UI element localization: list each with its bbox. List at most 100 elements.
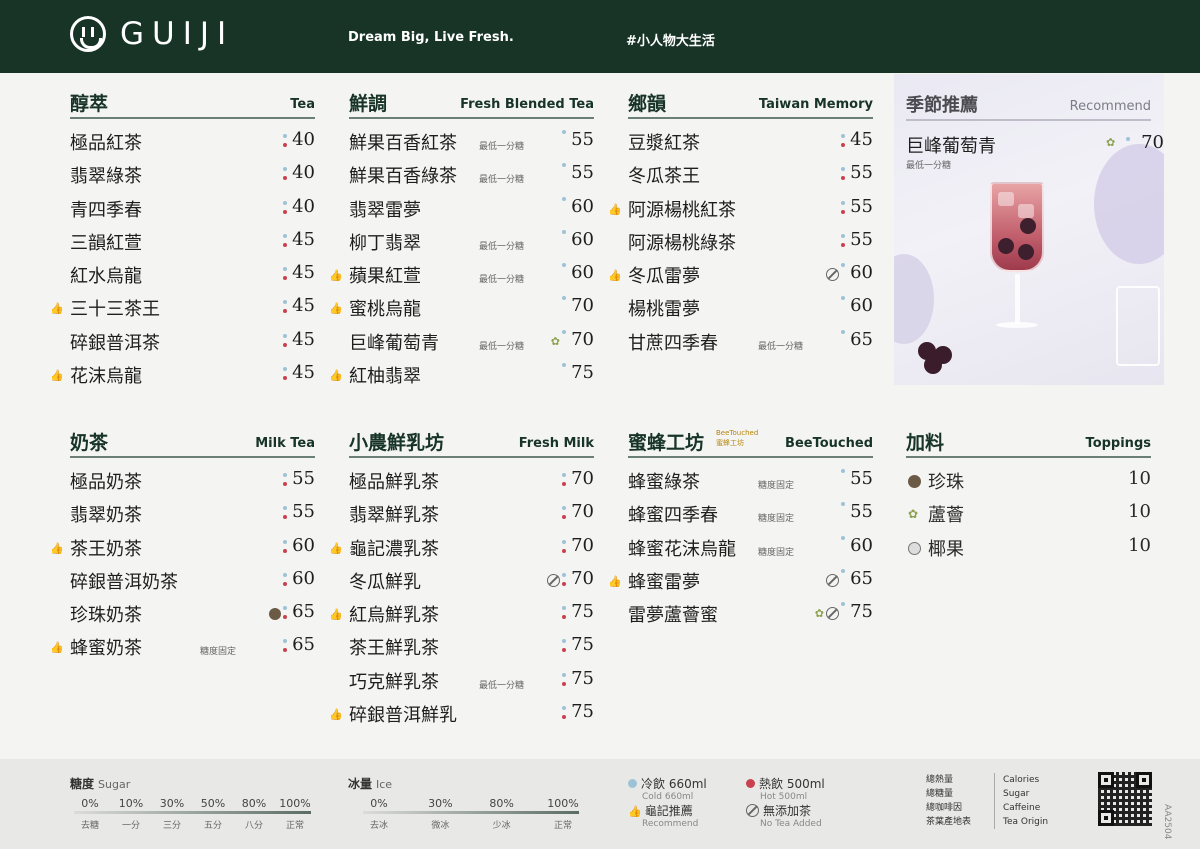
temperature-dots-icon — [562, 329, 566, 350]
menu-item: 碎銀普洱茶 45 — [70, 325, 315, 358]
scale-label: 一分 — [121, 821, 141, 831]
item-price: 55 — [571, 162, 594, 184]
smile-logo-icon — [70, 16, 106, 52]
item-price: 55 — [850, 468, 873, 489]
temperature-dots-icon — [562, 229, 566, 250]
menu-item: 翡翠鮮乳茶 70 — [349, 497, 594, 530]
item-note: 糖度固定 — [758, 514, 795, 525]
temperature-dots-icon — [841, 469, 845, 489]
item-note: 最低一分糖 — [479, 341, 525, 352]
nutrition-label: 總咖啡因 — [926, 803, 963, 813]
toppings-list: 珍珠 10 ✿ 蘆薈 10 椰果 10 — [906, 464, 1151, 564]
menu-item: 翡翠奶茶 55 — [70, 497, 315, 530]
section-title: 鮮調 — [349, 93, 388, 115]
item-price: 75 — [571, 362, 594, 384]
menu-section-freshmilk: 小農鮮乳坊 Fresh Milk 極品鮮乳茶 70 翡翠鮮乳茶 70 👍 龜記濃乳茶 70 冬瓜鮮… — [329, 428, 594, 730]
legend-rec-en: Recommend — [642, 819, 699, 829]
item-price: 60 — [292, 534, 315, 556]
no-tea-icon — [746, 804, 759, 817]
item-price: 40 — [292, 129, 315, 150]
recommend-item-note: 最低一分糖 — [906, 161, 952, 171]
item-price: 65 — [850, 567, 873, 589]
menu-item: 極品紅茶 40 — [70, 125, 315, 158]
temperature-dots-icon — [283, 506, 287, 526]
menu-item: 青四季春 40 — [70, 192, 315, 225]
item-flags: ✿ — [551, 335, 560, 348]
item-price: 75 — [571, 701, 594, 723]
item-price: 60 — [571, 228, 594, 250]
aloe-icon: ✿ — [550, 334, 560, 348]
menu-section-milktea: 奶茶 Milk Tea 極品奶茶 55 翡翠奶茶 55 👍 茶王奶茶 60 碎銀普洱奶茶 60 珍珠奶… — [50, 428, 315, 664]
scale-label: 去冰 — [369, 821, 389, 831]
item-price: 60 — [850, 295, 873, 317]
glass-image — [1116, 286, 1160, 366]
item-price: 55 — [292, 501, 315, 523]
item-name: 翡翠鮮乳茶 — [349, 505, 439, 527]
topping-name: 蘆薈 — [928, 505, 964, 527]
print-code: AA2504 — [1162, 804, 1172, 840]
item-name: 蜂蜜綠茶 — [628, 472, 700, 493]
item-name: 極品奶茶 — [70, 472, 142, 493]
qr-code[interactable] — [1098, 772, 1152, 826]
coconut-icon — [908, 541, 921, 555]
brand-logo: GUIJI — [70, 16, 234, 52]
nutrition-label-en: Caffeine — [1003, 803, 1041, 813]
nutrition-labels-zh: 總熱量 總糖量 總咖啡因 茶葉產地表 — [926, 773, 971, 829]
section-title-en: Fresh Blended Tea — [460, 97, 594, 112]
thumbs-up-icon: 👍 — [329, 302, 343, 316]
temperature-dots-icon — [562, 539, 566, 560]
item-note: 最低一分糖 — [479, 142, 525, 152]
no-tea-icon — [547, 573, 560, 587]
menu-item: 蜂蜜綠茶 糖度固定 55 — [628, 464, 873, 497]
item-price: 70 — [571, 295, 594, 317]
temperature-dots-icon — [562, 639, 566, 659]
scale-value: 10% — [118, 797, 144, 810]
item-name: 豆漿紅茶 — [628, 133, 700, 154]
item-name: 青四季春 — [70, 199, 142, 221]
item-note: 糖度固定 — [758, 547, 795, 558]
section-title: 蜜蜂工坊 — [628, 432, 705, 454]
item-price: 55 — [850, 162, 873, 184]
section-title-en: Fresh Milk — [518, 436, 594, 451]
nutrition-label: 總糖量 — [926, 789, 954, 799]
legend-no-tea: 無添加茶 No Tea Added — [746, 802, 822, 829]
item-list: 蜂蜜綠茶 糖度固定 55 蜂蜜四季春 糖度固定 55 蜂蜜花沫烏龍 糖度固定 60 👍 蜂蜜雷夢 65… — [608, 464, 873, 630]
thumbs-up-icon: 👍 — [329, 541, 343, 555]
temperature-dots-icon — [283, 367, 287, 387]
temperature-dots-icon — [562, 163, 566, 183]
menu-section-honey: 蜜蜂工坊 BeeTouched BeeTouched 蜜蜂工坊 蜂蜜綠茶 糖度固定 55 蜂… — [608, 428, 873, 630]
item-name: 珍珠奶茶 — [70, 605, 142, 627]
item-price: 55 — [850, 228, 873, 250]
item-name: 冬瓜雷夢 — [628, 266, 700, 288]
sugar-scale: 糖度 Sugar — [70, 775, 130, 792]
pearl-icon — [269, 608, 281, 621]
item-name: 翡翠綠茶 — [70, 166, 142, 188]
item-name: 龜記濃乳茶 — [349, 538, 439, 560]
menu-item: 冬瓜茶王 55 — [628, 158, 873, 191]
section-header: 醇萃 Tea — [70, 89, 315, 119]
item-name: 阿源楊桃紅茶 — [628, 199, 736, 221]
recommend-panel: 季節推薦 Recommend 巨峰葡萄青 最低一分糖 ✿ 70 — [894, 74, 1164, 385]
aloe-icon: ✿ — [908, 507, 919, 522]
temperature-dots-icon — [841, 602, 845, 622]
item-price: 60 — [292, 567, 315, 589]
item-price: 70 — [571, 468, 594, 489]
temperature-dots-icon — [283, 333, 287, 354]
recommend-item-price: 70 — [1141, 132, 1164, 153]
item-name: 鮮果百香綠茶 — [349, 166, 457, 188]
menu-item: 珍珠奶茶 65 — [70, 597, 315, 630]
legend-hot-label: 熱飲 500ml — [759, 777, 825, 791]
item-price: 60 — [571, 195, 594, 217]
item-note: 最低一分糖 — [479, 241, 525, 252]
topping-price: 10 — [1128, 501, 1151, 523]
item-name: 茶王奶茶 — [70, 538, 142, 560]
item-list: 極品鮮乳茶 70 翡翠鮮乳茶 70 👍 龜記濃乳茶 70 冬瓜鮮乳 70 👍 紅烏鮮乳茶 75 茶王鮮乳… — [329, 464, 594, 730]
item-note: 最低一分糖 — [758, 341, 804, 352]
hot-dot-icon — [746, 779, 755, 788]
nutrition-label-en: Calories — [1003, 775, 1040, 785]
scale-bar — [363, 811, 579, 814]
menu-item: 👍 碎銀普洱鮮乳 75 — [329, 697, 594, 730]
item-name: 鮮果百香紅茶 — [349, 133, 457, 154]
item-name: 蜂蜜雷夢 — [628, 571, 700, 593]
thumbs-up-icon: 👍 — [608, 202, 622, 216]
